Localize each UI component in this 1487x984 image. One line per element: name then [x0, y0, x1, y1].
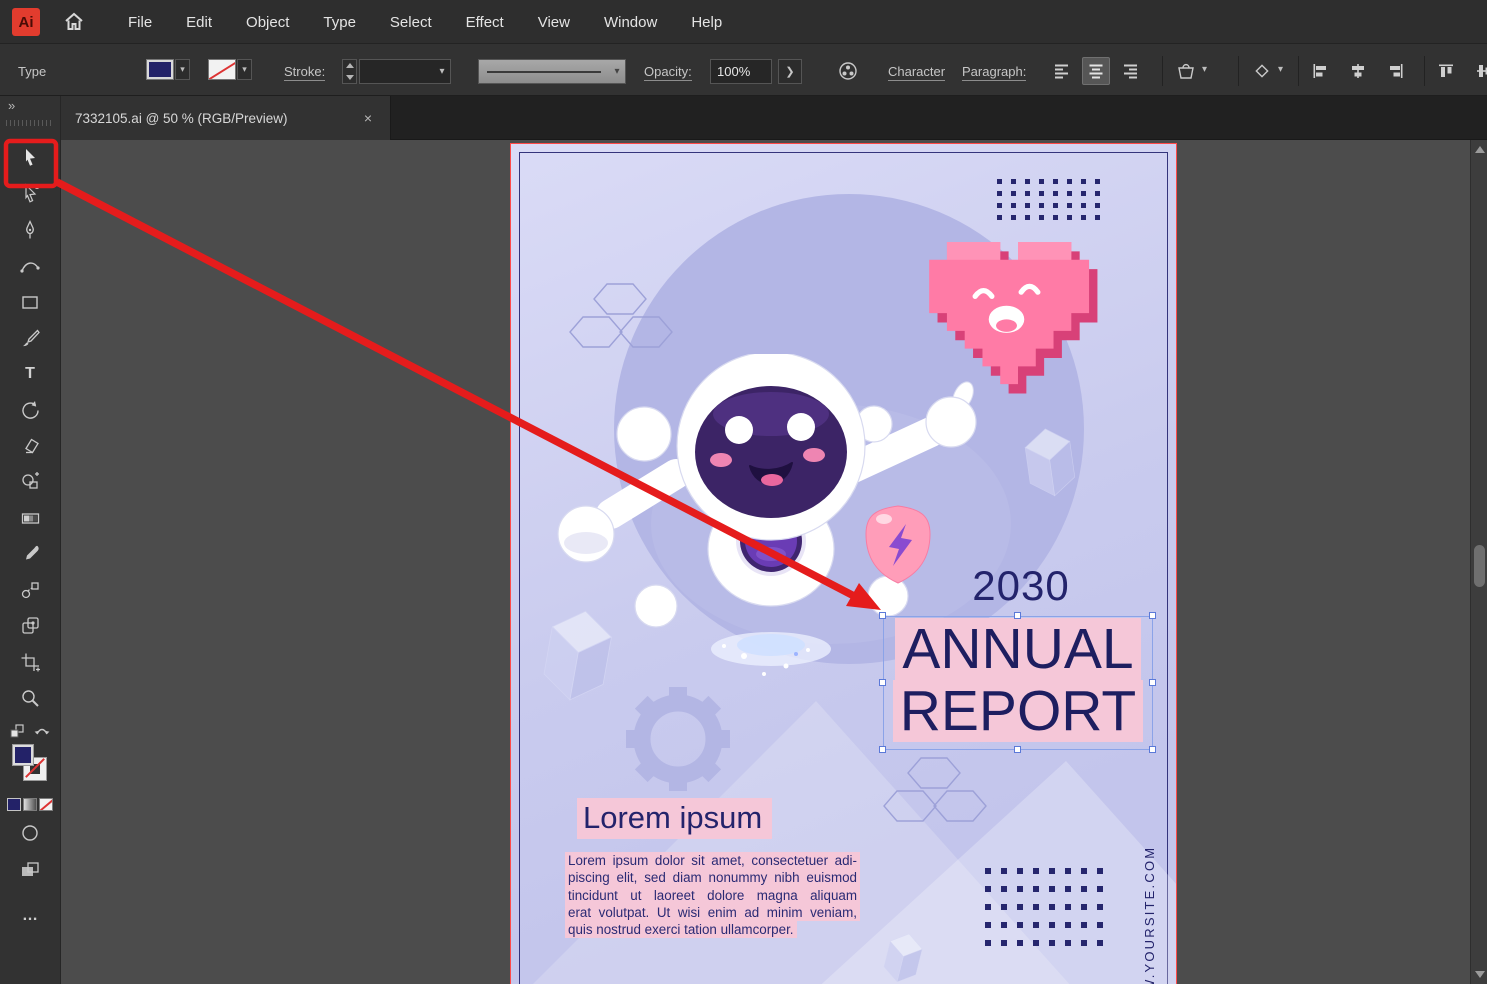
illustrator-window: Ai File Edit Object Type Select Effect V… [0, 0, 1487, 984]
scroll-down-icon[interactable] [1475, 971, 1485, 978]
canvas[interactable]: 2030 ANNUAL REPORT Lorem ipsum Lorem ips… [61, 140, 1487, 984]
tab-close-icon[interactable]: × [360, 108, 376, 128]
color-button[interactable] [7, 798, 21, 811]
document-title: 7332105.ai @ 50 % (RGB/Preview) [75, 111, 288, 126]
menu-item-effect[interactable]: Effect [466, 14, 504, 31]
document-tab[interactable]: 7332105.ai @ 50 % (RGB/Preview) × [61, 96, 391, 140]
menu-items: File Edit Object Type Select Effect View… [128, 0, 722, 44]
scroll-up-icon[interactable] [1475, 146, 1485, 153]
menu-item-window[interactable]: Window [604, 14, 657, 31]
artboard-tool[interactable] [12, 645, 48, 679]
menu-item-file[interactable]: File [128, 14, 152, 31]
opacity-panel-link[interactable]: Opacity: [644, 64, 692, 81]
dot-pattern-bottom [985, 868, 1103, 946]
selection-handle[interactable] [879, 612, 886, 619]
align-objects-right-button[interactable] [1382, 57, 1410, 85]
selection-handle[interactable] [879, 746, 886, 753]
rotate-tool[interactable] [12, 393, 48, 427]
drawing-mode-button[interactable] [19, 823, 41, 848]
none-button[interactable] [39, 798, 53, 811]
document-tab-bar: 7332105.ai @ 50 % (RGB/Preview) × [61, 96, 1487, 140]
selection-handle[interactable] [879, 679, 886, 686]
selection-type-label: Type [18, 64, 46, 79]
toolbar-expand-icon[interactable]: » [8, 98, 14, 113]
menu-item-view[interactable]: View [538, 14, 570, 31]
poster-website-text[interactable]: WWW.YOURSITE.COM [1142, 846, 1157, 984]
align-text-center-button[interactable] [1082, 57, 1110, 85]
curvature-tool[interactable] [12, 249, 48, 283]
character-panel-link[interactable]: Character [888, 64, 945, 81]
fill-color-swatch[interactable] [146, 59, 174, 80]
fill-color-dropdown[interactable]: ▾ [175, 59, 190, 80]
stroke-color-swatch[interactable] [208, 59, 236, 80]
artboard[interactable]: 2030 ANNUAL REPORT Lorem ipsum Lorem ips… [510, 143, 1177, 984]
stroke-weight-stepper[interactable] [342, 59, 357, 84]
menu-item-type[interactable]: Type [323, 14, 356, 31]
shape-builder-tool[interactable] [12, 465, 48, 499]
default-fill-stroke-icon[interactable] [8, 722, 26, 745]
toolbar-grip [6, 120, 52, 126]
poster-year-text[interactable]: 2030 [941, 562, 1101, 610]
gradient-button[interactable] [23, 798, 37, 811]
menubar: Ai File Edit Object Type Select Effect V… [0, 0, 1487, 44]
menu-item-help[interactable]: Help [691, 14, 722, 31]
align-objects-center-button[interactable] [1344, 57, 1372, 85]
home-icon[interactable] [62, 10, 86, 34]
eyedropper-tool[interactable] [12, 537, 48, 571]
selection-tool[interactable] [12, 141, 48, 175]
gradient-tool[interactable] [12, 501, 48, 535]
transform-icon[interactable] [1248, 57, 1276, 85]
app-logo-icon[interactable]: Ai [12, 8, 40, 36]
menu-item-select[interactable]: Select [390, 14, 432, 31]
poster-title-line-2: REPORT [893, 680, 1144, 742]
align-objects-top-button[interactable] [1432, 57, 1460, 85]
rectangle-tool[interactable] [12, 285, 48, 319]
type-tool[interactable]: T [12, 357, 48, 391]
toolbar-fill-swatch[interactable] [12, 744, 34, 766]
graphic-styles-icon[interactable] [1172, 57, 1200, 85]
paragraph-panel-link[interactable]: Paragraph: [962, 64, 1026, 81]
graphic-styles-chevron[interactable]: ▾ [1202, 64, 1207, 75]
zoom-tool[interactable] [12, 681, 48, 715]
stroke-panel-link[interactable]: Stroke: [284, 64, 325, 81]
stroke-color-dropdown[interactable]: ▾ [237, 59, 252, 80]
eraser-tool[interactable] [12, 429, 48, 463]
align-objects-vcenter-button[interactable] [1470, 57, 1487, 85]
swap-fill-stroke-icon[interactable] [32, 724, 52, 743]
paintbrush-tool[interactable] [12, 321, 48, 355]
opacity-input[interactable] [710, 59, 772, 84]
selection-handle[interactable] [1149, 612, 1156, 619]
menu-item-edit[interactable]: Edit [186, 14, 212, 31]
recolor-artwork-icon[interactable] [834, 57, 862, 85]
control-bar: Type ▾ ▾ Stroke: ▾ ▾ Opacity: ❯ Characte… [0, 44, 1487, 96]
align-text-left-button[interactable] [1048, 57, 1076, 85]
poster-body-text[interactable]: Lorem ipsum dolor sit amet, consectetuer… [565, 852, 860, 938]
blend-tool[interactable] [12, 573, 48, 607]
transform-chevron[interactable]: ▾ [1278, 64, 1283, 75]
poster-heading-text[interactable]: Lorem ipsum [577, 800, 772, 836]
poster-title-text[interactable]: ANNUAL REPORT [883, 616, 1153, 750]
opacity-submenu-button[interactable]: ❯ [778, 59, 802, 84]
edit-toolbar-button[interactable]: … [22, 911, 38, 921]
tools-panel: » T [0, 96, 61, 984]
align-objects-left-button[interactable] [1306, 57, 1334, 85]
dot-pattern-top [997, 179, 1100, 220]
poster-title-line-1: ANNUAL [895, 618, 1140, 680]
align-text-right-button[interactable] [1116, 57, 1144, 85]
vertical-scrollbar[interactable] [1470, 140, 1487, 984]
pen-tool[interactable] [12, 213, 48, 247]
width-profile-select[interactable]: ▾ [478, 59, 626, 84]
scrollbar-thumb[interactable] [1474, 545, 1485, 587]
selection-handle[interactable] [1014, 746, 1021, 753]
menu-item-object[interactable]: Object [246, 14, 289, 31]
direct-selection-tool[interactable] [12, 177, 48, 211]
selection-handle[interactable] [1149, 746, 1156, 753]
stroke-weight-select[interactable]: ▾ [359, 59, 451, 84]
selection-handle[interactable] [1149, 679, 1156, 686]
symbols-tool[interactable] [12, 609, 48, 643]
screen-mode-button[interactable] [19, 860, 41, 885]
selection-handle[interactable] [1014, 612, 1021, 619]
